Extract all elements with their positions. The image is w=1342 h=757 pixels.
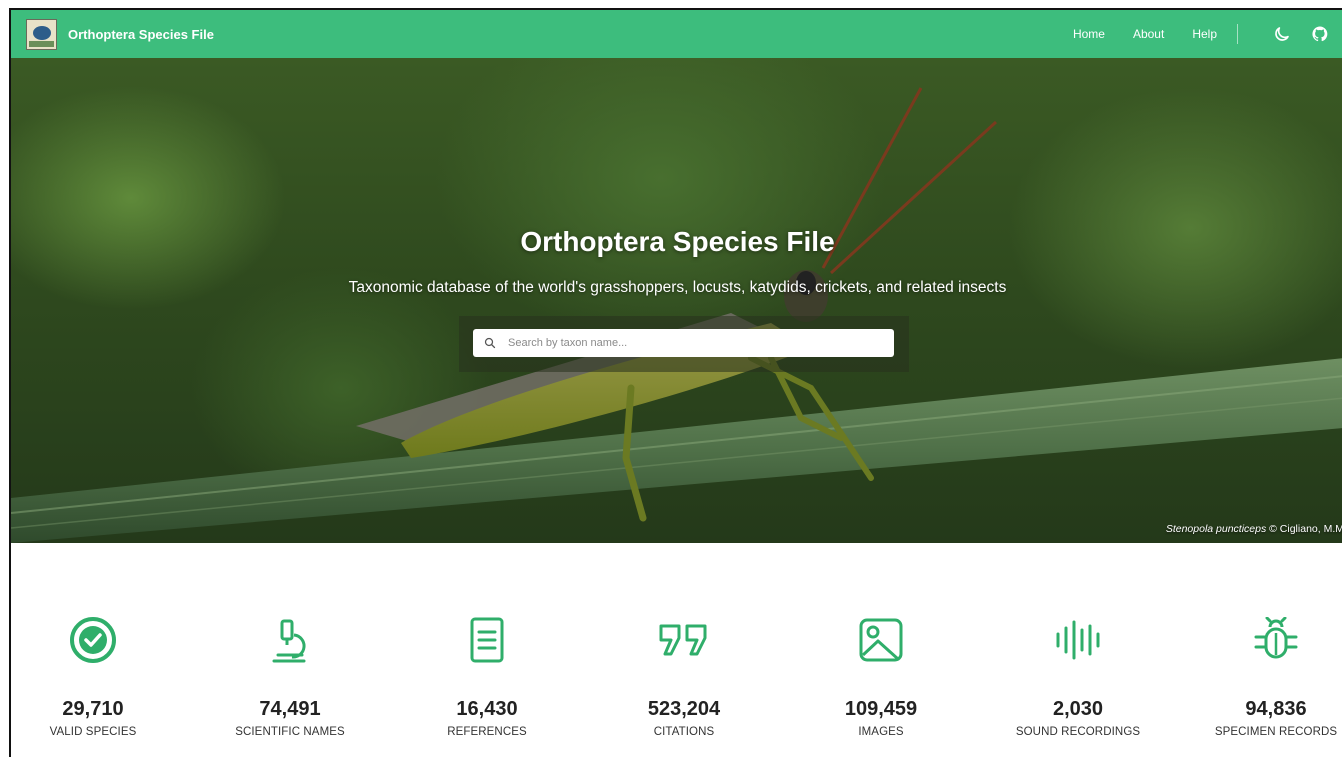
nav-right: Home About Help (1073, 24, 1330, 44)
stat-value: 29,710 (62, 698, 124, 720)
stat-value: 74,491 (259, 698, 321, 720)
stat-value: 109,459 (844, 698, 918, 720)
osf-logo[interactable] (26, 18, 57, 50)
microscope-icon (200, 610, 380, 670)
search-panel (459, 316, 909, 372)
waveform-icon (988, 610, 1168, 670)
stat-label: CITATIONS (653, 726, 715, 738)
stat-value: 94,836 (1245, 698, 1307, 720)
quote-icon (594, 610, 774, 670)
bug-icon (1186, 610, 1342, 670)
nav-divider (1237, 24, 1238, 44)
stat-label: SOUND RECORDINGS (1015, 726, 1141, 738)
search-icon (484, 337, 496, 349)
hero-title: Orthoptera Species File (520, 226, 835, 257)
stat-label: IMAGES (858, 726, 904, 738)
hero-subtitle: Taxonomic database of the world's grassh… (348, 279, 1007, 296)
search-input[interactable] (506, 336, 890, 350)
github-icon[interactable] (1310, 24, 1330, 44)
document-icon (397, 610, 577, 670)
photo-credit: Stenopola puncticeps © Cigliano, M.M (1166, 523, 1342, 535)
stat-value: 2,030 (1052, 698, 1104, 720)
stat-value: 523,204 (647, 698, 721, 720)
hero-banner: Orthoptera Species File Taxonomic databa… (11, 58, 1342, 543)
stat-label: SCIENTIFIC NAMES (235, 726, 345, 738)
nav-about[interactable]: About (1133, 27, 1164, 41)
hero-grasshopper-photo (11, 87, 1342, 543)
photo-credit-author: © Cigliano, M.M (1266, 523, 1342, 535)
browser-viewport: Orthoptera Species File Home About Help (9, 8, 1342, 757)
stat-label: REFERENCES (447, 726, 527, 738)
stat-specimen-records[interactable]: 94,836 SPECIMEN RECORDS (1186, 610, 1342, 738)
image-icon (791, 610, 971, 670)
stat-value: 16,430 (456, 698, 518, 720)
stat-scientific-names[interactable]: 74,491 SCIENTIFIC NAMES (200, 610, 380, 738)
photo-credit-species: Stenopola puncticeps (1165, 523, 1267, 535)
dark-mode-moon-icon[interactable] (1272, 24, 1292, 44)
stats-row: 29,710 VALID SPECIES 74,491 SCIENTIFIC N… (11, 610, 1342, 757)
stat-label: SPECIMEN RECORDS (1214, 726, 1338, 738)
navbar: Orthoptera Species File Home About Help (11, 10, 1342, 58)
nav-help[interactable]: Help (1192, 27, 1217, 41)
logo-insect-icon (33, 25, 51, 40)
stat-sound-recordings[interactable]: 2,030 SOUND RECORDINGS (988, 610, 1168, 738)
nav-home[interactable]: Home (1073, 27, 1105, 41)
search-box[interactable] (473, 329, 894, 357)
stat-images[interactable]: 109,459 IMAGES (791, 610, 971, 738)
stat-citations[interactable]: 523,204 CITATIONS (594, 610, 774, 738)
brand-title[interactable]: Orthoptera Species File (68, 27, 214, 42)
stat-valid-species[interactable]: 29,710 VALID SPECIES (11, 610, 183, 738)
stat-references[interactable]: 16,430 REFERENCES (397, 610, 577, 738)
stat-label: VALID SPECIES (49, 726, 137, 738)
check-circle-icon (11, 610, 183, 670)
